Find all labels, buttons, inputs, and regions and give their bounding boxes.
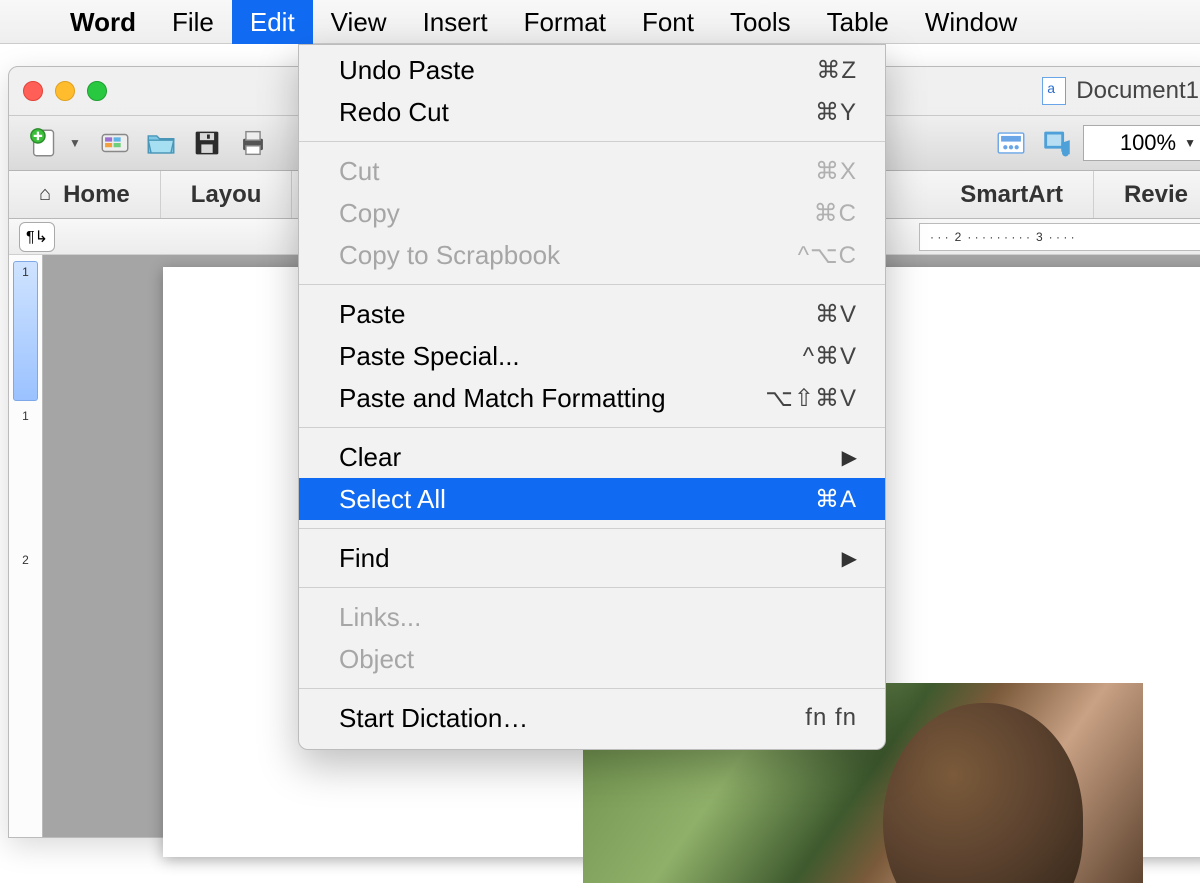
menu-links: Links... — [299, 596, 885, 638]
open-button[interactable] — [141, 123, 181, 163]
chevron-down-icon: ▼ — [1184, 136, 1196, 150]
tab-home-label: Home — [63, 181, 130, 209]
tab-review-label: Revie — [1124, 181, 1188, 209]
chevron-right-icon: ▶ — [842, 546, 857, 571]
vertical-ruler[interactable]: 1 1 2 — [9, 255, 43, 837]
zoom-value: 100% — [1120, 130, 1176, 156]
print-button[interactable] — [233, 123, 273, 163]
menu-start-dictation[interactable]: Start Dictation… fn fn — [299, 697, 885, 739]
menubar-window[interactable]: Window — [907, 0, 1035, 44]
tab-home[interactable]: ⌂ Home — [9, 171, 161, 218]
new-document-button[interactable] — [25, 123, 65, 163]
paragraph-direction-button[interactable]: ¶↳ — [19, 222, 55, 252]
menu-clear[interactable]: Clear ▶ — [299, 436, 885, 478]
menu-separator — [299, 688, 885, 689]
menu-find[interactable]: Find ▶ — [299, 537, 885, 579]
save-button[interactable] — [187, 123, 227, 163]
menubar-edit[interactable]: Edit — [232, 0, 313, 44]
menu-copy: Copy ⌘C — [299, 192, 885, 234]
menubar-font[interactable]: Font — [624, 0, 712, 44]
menu-select-all[interactable]: Select All ⌘A — [299, 478, 885, 520]
chevron-down-icon[interactable]: ▼ — [69, 136, 81, 150]
tab-smartart[interactable]: SmartArt — [930, 171, 1094, 218]
media-button[interactable] — [1037, 123, 1077, 163]
picture-button[interactable] — [991, 123, 1031, 163]
horizontal-ruler[interactable]: · · · 2 · · · · · · · · · 3 · · · · — [919, 223, 1200, 251]
chevron-right-icon: ▶ — [842, 445, 857, 470]
menubar-view[interactable]: View — [313, 0, 405, 44]
menubar-file[interactable]: File — [154, 0, 232, 44]
menubar-table[interactable]: Table — [809, 0, 907, 44]
menu-separator — [299, 284, 885, 285]
menu-cut: Cut ⌘X — [299, 150, 885, 192]
edit-menu-dropdown: Undo Paste ⌘Z Redo Cut ⌘Y Cut ⌘X Copy ⌘C… — [298, 44, 886, 750]
zoom-combo[interactable]: 100% ▼ — [1083, 125, 1200, 161]
tab-smartart-label: SmartArt — [960, 181, 1063, 209]
menu-redo[interactable]: Redo Cut ⌘Y — [299, 91, 885, 133]
tab-layout[interactable]: Layou — [161, 171, 293, 218]
menubar-tools[interactable]: Tools — [712, 0, 809, 44]
menubar-format[interactable]: Format — [506, 0, 624, 44]
menu-separator — [299, 528, 885, 529]
menu-paste-match[interactable]: Paste and Match Formatting ⌥⇧⌘V — [299, 377, 885, 419]
menu-separator — [299, 587, 885, 588]
document-icon — [1042, 77, 1066, 105]
menu-separator — [299, 427, 885, 428]
menubar-insert[interactable]: Insert — [405, 0, 506, 44]
menu-separator — [299, 141, 885, 142]
tab-review[interactable]: Revie — [1094, 171, 1200, 218]
menu-paste-special[interactable]: Paste Special... ^⌘V — [299, 335, 885, 377]
menu-paste[interactable]: Paste ⌘V — [299, 293, 885, 335]
home-icon: ⌂ — [39, 183, 51, 206]
menu-copy-scrapbook: Copy to Scrapbook ^⌥C — [299, 234, 885, 276]
menu-object: Object — [299, 638, 885, 680]
menu-undo[interactable]: Undo Paste ⌘Z — [299, 49, 885, 91]
menubar: Word File Edit View Insert Format Font T… — [0, 0, 1200, 44]
menubar-app[interactable]: Word — [52, 0, 154, 44]
tab-layout-label: Layou — [191, 181, 262, 209]
templates-button[interactable] — [95, 123, 135, 163]
window-title-text: Document1 — [1076, 77, 1199, 105]
